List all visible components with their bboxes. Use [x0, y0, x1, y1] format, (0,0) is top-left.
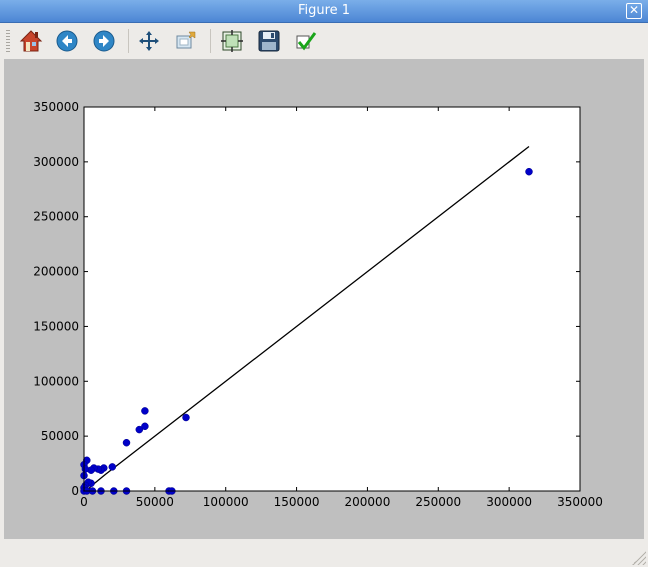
home-button[interactable]	[17, 27, 45, 55]
data-point	[182, 413, 190, 422]
data-point	[525, 167, 533, 176]
y-tick-label: 200000	[33, 265, 79, 279]
y-tick-label: 100000	[33, 374, 79, 388]
zoom-button[interactable]	[172, 27, 200, 55]
x-tick-label: 250000	[415, 495, 461, 509]
x-tick-label: 350000	[557, 495, 603, 509]
x-tick-label: 0	[80, 495, 88, 509]
y-tick-label: 0	[71, 484, 79, 498]
edit-icon	[296, 32, 317, 51]
y-tick-label: 50000	[41, 429, 79, 443]
toolbar-separator	[128, 29, 129, 53]
subplots-button[interactable]	[218, 27, 246, 55]
y-tick-label: 150000	[33, 319, 79, 333]
x-tick-label: 200000	[345, 495, 391, 509]
scatter-plot[interactable]: 0 50000 100000 150000 200000 250000 300000 3500…	[4, 59, 644, 539]
x-tick-label: 100000	[203, 495, 249, 509]
data-point	[141, 407, 149, 415]
data-point	[108, 463, 117, 471]
y-tick-label: 300000	[33, 155, 79, 169]
status-bar	[0, 539, 648, 567]
home-icon	[19, 30, 43, 52]
x-tick-labels: 0 50000 100000 150000 200000 250000 300000 3500…	[80, 495, 603, 509]
title-bar: Figure 1 ✕	[0, 0, 648, 23]
subplots-icon	[221, 30, 243, 52]
pan-icon	[139, 31, 159, 51]
edit-button[interactable]	[292, 27, 320, 55]
close-button[interactable]: ✕	[626, 3, 642, 19]
zoom-icon	[176, 31, 196, 49]
y-tick-label: 250000	[33, 210, 79, 224]
toolbar-grip[interactable]	[6, 30, 10, 52]
y-tick-labels: 0 50000 100000 150000 200000 250000 300000 3500…	[33, 100, 79, 498]
x-tick-label: 50000	[136, 495, 174, 509]
toolbar	[0, 23, 648, 59]
y-tick-label: 350000	[33, 100, 79, 114]
data-point	[122, 438, 131, 447]
x-tick-label: 300000	[486, 495, 532, 509]
forward-icon	[93, 30, 115, 52]
forward-button[interactable]	[90, 27, 118, 55]
save-icon	[258, 30, 280, 52]
back-button[interactable]	[53, 27, 81, 55]
x-tick-label: 150000	[274, 495, 320, 509]
resize-grip[interactable]	[632, 551, 646, 565]
save-button[interactable]	[255, 27, 283, 55]
toolbar-separator	[210, 29, 211, 53]
back-icon	[56, 30, 78, 52]
figure-canvas[interactable]: 0 50000 100000 150000 200000 250000 300000 3500…	[4, 59, 644, 539]
pan-button[interactable]	[135, 27, 163, 55]
data-point	[81, 465, 90, 473]
data-point	[135, 425, 144, 434]
window-title: Figure 1	[297, 3, 351, 18]
